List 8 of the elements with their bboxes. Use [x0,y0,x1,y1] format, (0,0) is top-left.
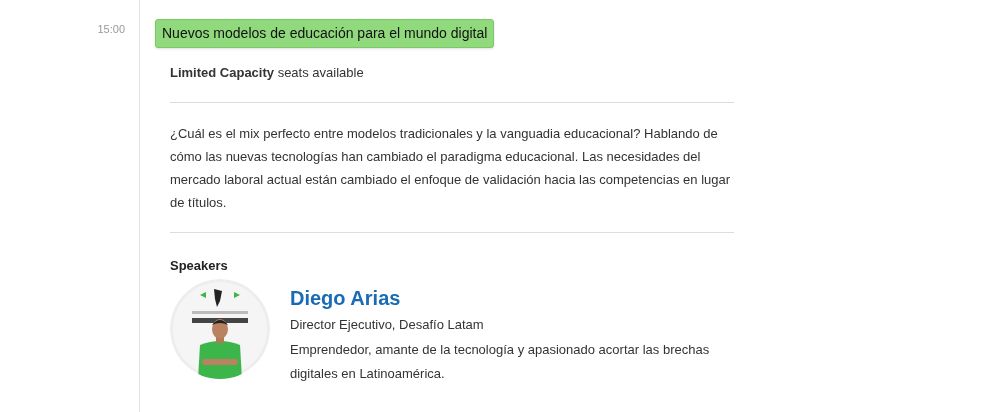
speaker-bio: Emprendedor, amante de la tecnología y apasionado acortar las brechas digitales en Latinoamérica. [290,340,710,383]
speakers-heading: Speakers [170,256,229,275]
capacity-text: Limited Capacity seats available [170,64,365,82]
session-title[interactable]: Nuevos modelos de educación para el mundo digital [155,19,495,48]
speaker-name[interactable]: Diego Arias [290,283,710,313]
session-description: ¿Cuál es el mix perfecto entre modelos tradicionales y la vanguadia educacional? Hablando de cómo las nuevas tecnologías han cambiado el paradigma educacional. Las necesidades del mercado laboral actual están cambiado el enfoque de validación hacia las competencias en lugar de títulos. [170,124,732,212]
speaker-role: Director Ejecutivo, Desafío Latam [290,316,485,334]
time-label: 15:00 [97,22,125,37]
